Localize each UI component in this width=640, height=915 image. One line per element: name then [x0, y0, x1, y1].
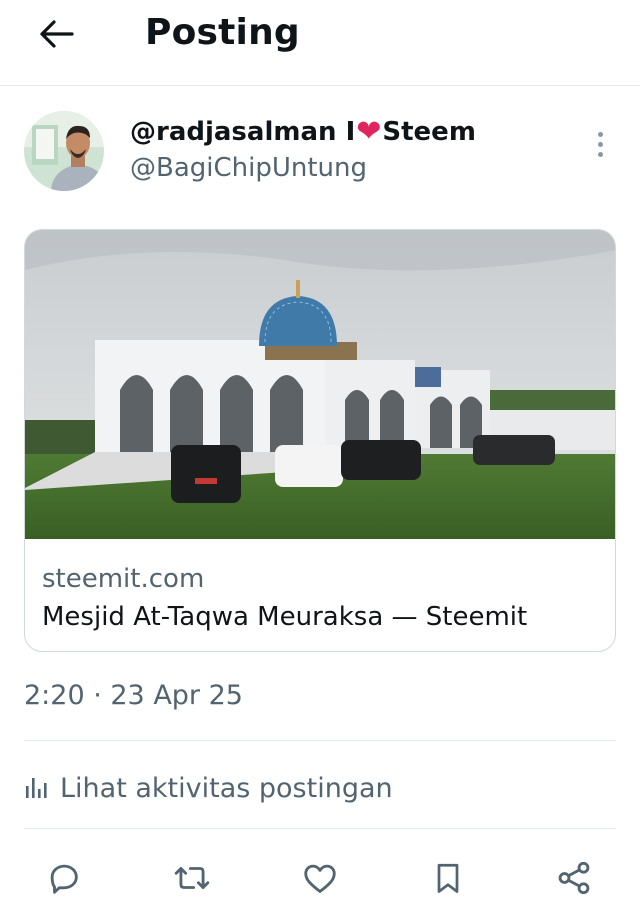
share-button[interactable]: [552, 856, 596, 900]
repost-button[interactable]: [170, 856, 214, 900]
link-preview-image: [25, 230, 615, 539]
more-dot: [597, 141, 603, 147]
back-button[interactable]: [36, 14, 76, 54]
analytics-bars-icon: [26, 778, 47, 798]
author-display-name[interactable]: @radjasalman I ❤ Steem: [130, 114, 476, 149]
page-title: Posting: [145, 12, 300, 53]
link-preview-card[interactable]: steemit.com Mesjid At-Taqwa Meuraksa — S…: [24, 229, 616, 652]
avatar-photo: [24, 111, 104, 191]
display-name-prefix: @radjasalman I: [130, 117, 356, 147]
repost-icon: [174, 867, 210, 889]
display-name-suffix: Steem: [382, 117, 476, 147]
heart-icon: [304, 864, 336, 893]
reply-button[interactable]: [42, 856, 86, 900]
author-handle[interactable]: @BagiChipUntung: [130, 153, 367, 183]
like-button[interactable]: [298, 856, 342, 900]
divider: [24, 828, 616, 829]
arrow-left-icon: [40, 20, 74, 48]
action-bar: [0, 850, 640, 906]
bookmark-button[interactable]: [426, 856, 470, 900]
more-options-button[interactable]: [585, 126, 615, 162]
link-title: Mesjid At-Taqwa Meuraksa — Steemit: [42, 602, 528, 632]
divider: [24, 740, 616, 741]
more-dot: [597, 151, 603, 157]
heart-emoji: ❤: [356, 114, 382, 149]
post-timestamp[interactable]: 2:20 · 23 Apr 25: [24, 680, 243, 711]
avatar[interactable]: [24, 111, 104, 191]
view-post-activity[interactable]: Lihat aktivitas postingan: [24, 766, 393, 810]
top-bar: Posting: [0, 0, 640, 86]
more-vertical-icon: [597, 131, 603, 137]
link-domain: steemit.com: [42, 564, 205, 594]
activity-label: Lihat aktivitas postingan: [60, 772, 393, 804]
share-icon: [558, 861, 590, 895]
bookmark-icon: [437, 863, 459, 893]
reply-icon: [50, 864, 78, 894]
